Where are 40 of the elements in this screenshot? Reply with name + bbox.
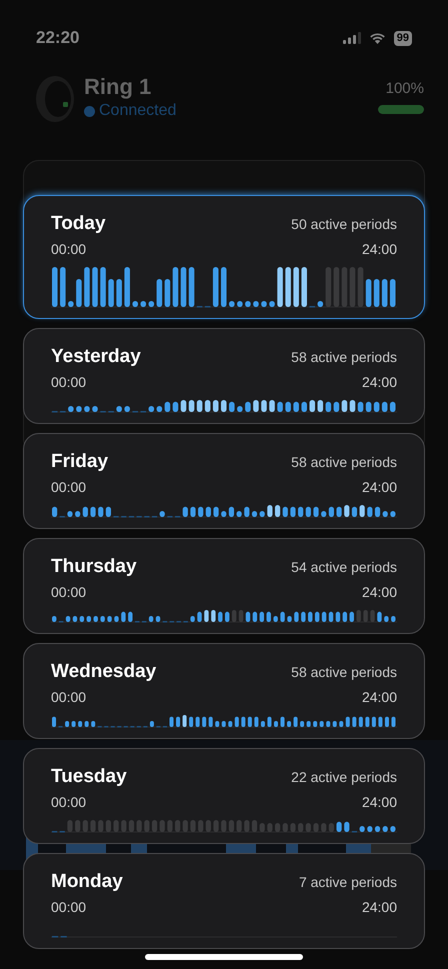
start-time: 00:00 (51, 582, 86, 602)
end-time: 24:00 (362, 372, 397, 392)
start-time: 00:00 (51, 688, 86, 706)
period-count: 7 active periods (298, 872, 397, 892)
device-name: Ring 1 (84, 74, 152, 100)
end-time: 24:00 (362, 792, 397, 812)
period-count: 50 active periods (291, 214, 397, 234)
day-label: Thursday (51, 554, 137, 579)
period-count: 58 active periods (291, 452, 397, 472)
period-count: 22 active periods (291, 768, 397, 787)
day-card[interactable]: Yesterday 58 active periods 00:00 24:00 (23, 328, 425, 424)
period-count: 58 active periods (291, 348, 397, 367)
day-label: Tuesday (51, 764, 127, 789)
day-label: Monday (51, 870, 123, 894)
end-time: 24:00 (362, 898, 397, 916)
end-time: 24:00 (362, 582, 397, 602)
battery-indicator: 99 (394, 30, 412, 46)
connection-status: Connected (99, 101, 176, 122)
start-time: 00:00 (51, 792, 86, 812)
day-card[interactable]: Today 50 active periods 00:00 24:00 (23, 195, 425, 319)
clock-time: 22:20 (36, 27, 80, 50)
end-time: 24:00 (362, 478, 397, 496)
start-time: 00:00 (51, 898, 86, 916)
start-time: 00:00 (51, 372, 86, 392)
day-label: Yesterday (51, 344, 141, 369)
end-time: 24:00 (362, 688, 397, 706)
period-count: 58 active periods (291, 662, 397, 682)
day-card[interactable]: Monday 7 active periods 00:00 24:00 (23, 853, 425, 949)
day-card[interactable]: Wednesday 58 active periods 00:00 24:00 (23, 643, 425, 739)
day-label: Wednesday (51, 660, 156, 684)
day-card[interactable]: Tuesday 22 active periods 00:00 24:00 (23, 748, 425, 844)
day-label: Friday (51, 450, 108, 474)
start-time: 00:00 (51, 240, 86, 258)
day-card[interactable]: Friday 58 active periods 00:00 24:00 (23, 433, 425, 529)
day-label: Today (51, 212, 106, 236)
start-time: 00:00 (51, 478, 86, 496)
period-count: 54 active periods (291, 558, 397, 577)
battery-percent: 100% (386, 79, 424, 99)
day-card[interactable]: Thursday 54 active periods 00:00 24:00 (23, 538, 425, 634)
end-time: 24:00 (362, 240, 397, 258)
